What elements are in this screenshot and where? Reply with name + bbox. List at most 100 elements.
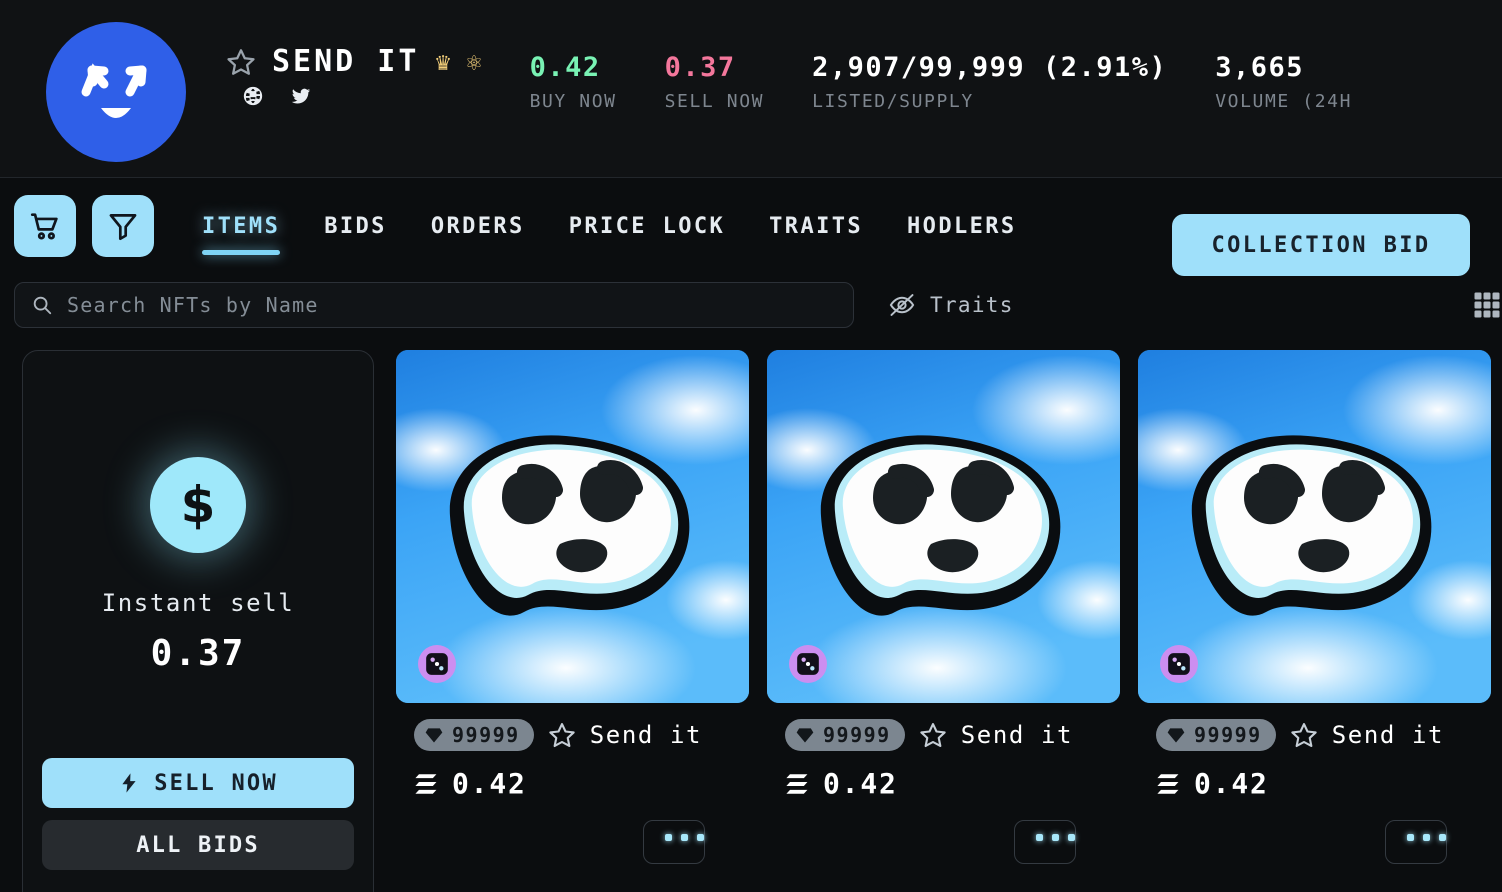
- ellipsis-dot: [681, 834, 688, 841]
- ellipsis-dot: [665, 834, 672, 841]
- lightning-bolt-icon: [118, 770, 140, 796]
- collection-stats: 0.42 BUY NOW 0.37 SELL NOW 2,907/99,999 …: [530, 22, 1352, 112]
- funnel-filter-icon: [106, 209, 140, 243]
- favorite-star-icon[interactable]: [919, 721, 947, 749]
- nft-more-wrap: [785, 800, 1102, 864]
- favorite-star-icon[interactable]: [226, 47, 256, 77]
- gem-icon: [795, 725, 815, 745]
- all-bids-button[interactable]: ALL BIDS: [42, 820, 354, 870]
- stat-value: 0.37: [665, 52, 765, 83]
- ellipsis-dot: [1407, 834, 1414, 841]
- globe-icon[interactable]: [242, 85, 264, 107]
- nft-meta-top: 99999 Send it: [785, 719, 1102, 751]
- search-box[interactable]: [14, 282, 854, 328]
- cart-button[interactable]: [14, 195, 76, 257]
- shopping-cart-icon: [28, 209, 62, 243]
- stat-label: LISTED/SUPPLY: [812, 91, 1167, 112]
- nft-artwork[interactable]: [1138, 350, 1491, 703]
- nft-more-wrap: [1156, 800, 1473, 864]
- rarity-rank-value: 99999: [823, 723, 891, 747]
- collection-bid-button[interactable]: COLLECTION BID: [1172, 214, 1470, 276]
- more-options-button[interactable]: [1014, 820, 1076, 864]
- solana-icon: [785, 772, 811, 796]
- search-icon: [31, 294, 53, 316]
- nft-price-row: 0.42: [414, 767, 731, 800]
- collection-title-row: SEND IT ♛ ⚛: [226, 44, 482, 79]
- stat-value: 0.42: [530, 52, 617, 83]
- social-links: [226, 85, 482, 107]
- tab-price-lock[interactable]: PRICE LOCK: [547, 198, 747, 255]
- nft-name: Send it: [961, 721, 1073, 749]
- nft-price: 0.42: [452, 767, 527, 800]
- atom-icon: ⚛: [467, 49, 482, 74]
- twitter-icon[interactable]: [290, 85, 312, 107]
- grid-view-icon: [1472, 290, 1502, 320]
- tab-traits[interactable]: TRAITS: [747, 198, 885, 255]
- nft-price: 0.42: [823, 767, 898, 800]
- nft-grid: 99999 Send it 0.42: [396, 350, 1502, 892]
- tab-bids[interactable]: BIDS: [302, 198, 409, 255]
- stat-sell-now: 0.37 SELL NOW: [665, 52, 765, 112]
- marketplace-badge: [1160, 645, 1198, 683]
- ellipsis-dot: [1423, 834, 1430, 841]
- nft-meta-top: 99999 Send it: [414, 719, 731, 751]
- stat-buy-now: 0.42 BUY NOW: [530, 52, 617, 112]
- collection-name: SEND IT: [272, 44, 419, 79]
- marketplace-badge: [789, 645, 827, 683]
- gem-icon: [1166, 725, 1186, 745]
- search-input[interactable]: [67, 293, 837, 317]
- more-options-button[interactable]: [643, 820, 705, 864]
- sell-now-button[interactable]: SELL NOW: [42, 758, 354, 808]
- ellipsis-dot: [1439, 834, 1446, 841]
- stat-volume-24h: 3,665 VOLUME (24H: [1215, 52, 1352, 112]
- nft-meta: 99999 Send it 0.42: [396, 703, 749, 864]
- nft-card[interactable]: 99999 Send it 0.42: [396, 350, 749, 892]
- rarity-rank-value: 99999: [1194, 723, 1262, 747]
- instant-sell-panel: $ Instant sell 0.37 SELL NOW ALL BIDS: [22, 350, 374, 892]
- nft-card[interactable]: 99999 Send it 0.42: [1138, 350, 1491, 892]
- rarity-rank-value: 99999: [452, 723, 520, 747]
- nft-meta: 99999 Send it 0.42: [1138, 703, 1491, 864]
- nft-artwork[interactable]: [767, 350, 1120, 703]
- collection-avatar: [46, 22, 186, 162]
- tab-hodlers[interactable]: HODLERS: [885, 198, 1039, 255]
- traits-visibility-toggle[interactable]: Traits: [888, 291, 1014, 319]
- collection-info: SEND IT ♛ ⚛: [226, 22, 482, 107]
- stat-listed-supply: 2,907/99,999 (2.91%) LISTED/SUPPLY: [812, 52, 1167, 112]
- marketplace-badge: [418, 645, 456, 683]
- ellipsis-dot: [697, 834, 704, 841]
- items-content: $ Instant sell 0.37 SELL NOW ALL BIDS: [0, 336, 1502, 892]
- more-options-button[interactable]: [1385, 820, 1447, 864]
- dollar-sign-icon: $: [150, 457, 246, 553]
- tab-items[interactable]: ITEMS: [180, 198, 302, 255]
- collection-header: SEND IT ♛ ⚛ 0.42 BUY NOW 0.37 SELL NOW 2…: [0, 0, 1502, 178]
- stat-value: 2,907/99,999 (2.91%): [812, 52, 1167, 83]
- nft-meta: 99999 Send it 0.42: [767, 703, 1120, 864]
- ellipsis-dot: [1068, 834, 1075, 841]
- favorite-star-icon[interactable]: [548, 721, 576, 749]
- nft-card[interactable]: 99999 Send it 0.42: [767, 350, 1120, 892]
- eye-off-icon: [888, 291, 916, 319]
- nft-price-row: 0.42: [1156, 767, 1473, 800]
- stat-label: BUY NOW: [530, 91, 617, 112]
- stat-label: SELL NOW: [665, 91, 765, 112]
- sell-now-label: SELL NOW: [154, 771, 278, 796]
- nft-artwork[interactable]: [396, 350, 749, 703]
- instant-sell-price: 0.37: [151, 633, 246, 674]
- solana-icon: [414, 772, 440, 796]
- search-row: Traits: [0, 274, 1502, 336]
- rarity-rank-badge: 99999: [1156, 719, 1276, 751]
- solana-icon: [1156, 772, 1182, 796]
- grid-view-button[interactable]: [1472, 290, 1502, 320]
- nft-name: Send it: [590, 721, 702, 749]
- nft-price-row: 0.42: [785, 767, 1102, 800]
- filter-button[interactable]: [92, 195, 154, 257]
- magic-eden-dice-icon: [424, 651, 450, 677]
- crown-icon: ♛: [435, 49, 450, 74]
- nft-name: Send it: [1332, 721, 1444, 749]
- traits-label: Traits: [930, 293, 1014, 317]
- tab-orders[interactable]: ORDERS: [409, 198, 547, 255]
- stat-value: 3,665: [1215, 52, 1352, 83]
- ellipsis-dot: [1036, 834, 1043, 841]
- favorite-star-icon[interactable]: [1290, 721, 1318, 749]
